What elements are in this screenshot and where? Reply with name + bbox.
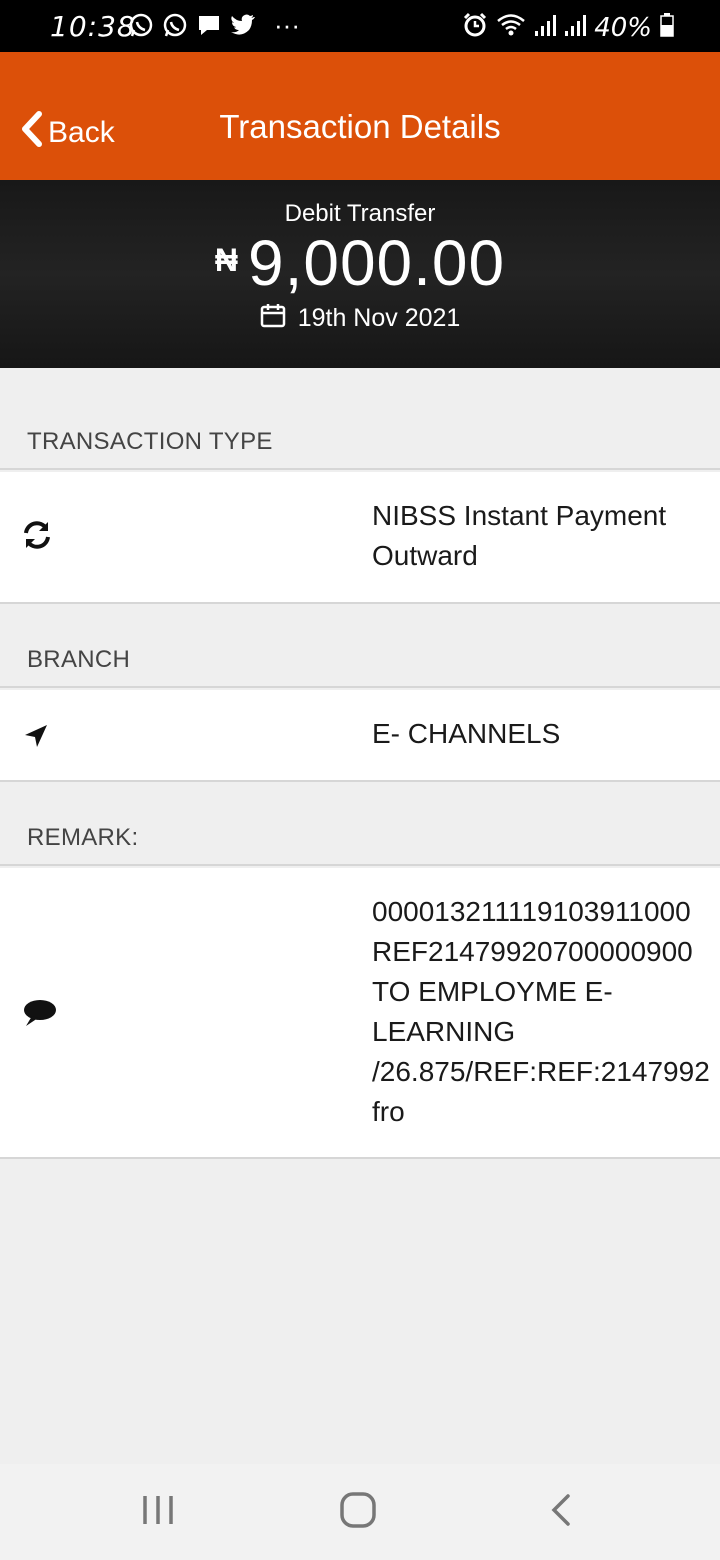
branch-value: E- CHANNELS xyxy=(372,718,561,749)
location-arrow-icon xyxy=(22,722,50,755)
transaction-type-value: NIBSS Instant Payment Outward xyxy=(372,500,667,571)
transaction-kind: Debit Transfer xyxy=(284,200,436,227)
transaction-type-label: TRANSACTION TYPE xyxy=(0,368,720,470)
signal-icon xyxy=(564,13,587,42)
date-row: 19th Nov 2021 xyxy=(0,302,720,335)
transaction-date: 19th Nov 2021 xyxy=(297,304,461,332)
notification-icons: ··· xyxy=(128,12,300,38)
app-header: Back Transaction Details xyxy=(0,52,720,180)
status-time: 10:38 xyxy=(50,10,136,43)
status-bar: 10:38 ··· 40% xyxy=(0,0,720,52)
whatsapp-icon xyxy=(128,12,154,38)
branch-row: E- CHANNELS xyxy=(0,690,720,782)
message-icon xyxy=(196,12,222,38)
comment-icon xyxy=(22,998,58,1033)
wifi-icon xyxy=(496,12,526,43)
currency-symbol: ₦ xyxy=(214,242,238,278)
back-icon[interactable] xyxy=(544,1488,576,1537)
calendar-icon xyxy=(260,302,286,335)
remark-value: 000013211119103911000 REF214799207000009… xyxy=(372,896,710,1127)
transaction-summary: Debit Transfer ₦ 9,000.00 19th Nov 2021 xyxy=(0,180,720,368)
home-icon[interactable] xyxy=(338,1488,378,1537)
system-icons: 40% xyxy=(462,12,674,43)
remark-label: REMARK: xyxy=(0,782,720,866)
recents-icon[interactable] xyxy=(140,1488,176,1537)
branch-label: BRANCH xyxy=(0,604,720,688)
transaction-type-row: NIBSS Instant Payment Outward xyxy=(0,472,720,604)
refresh-icon xyxy=(22,520,52,555)
battery-icon xyxy=(660,13,674,42)
transaction-amount: 9,000.00 xyxy=(247,227,506,299)
signal-icon xyxy=(534,13,557,42)
whatsapp-icon xyxy=(162,12,188,38)
battery-percentage: 40% xyxy=(594,12,652,43)
alarm-icon xyxy=(462,12,488,43)
amount-row: ₦ 9,000.00 xyxy=(0,226,720,300)
remark-row: 000013211119103911000 REF214799207000009… xyxy=(0,868,720,1159)
more-notifications-icon: ··· xyxy=(274,10,300,40)
twitter-icon xyxy=(230,13,256,37)
page-title: Transaction Details xyxy=(219,108,501,145)
system-nav-bar xyxy=(0,1464,720,1560)
